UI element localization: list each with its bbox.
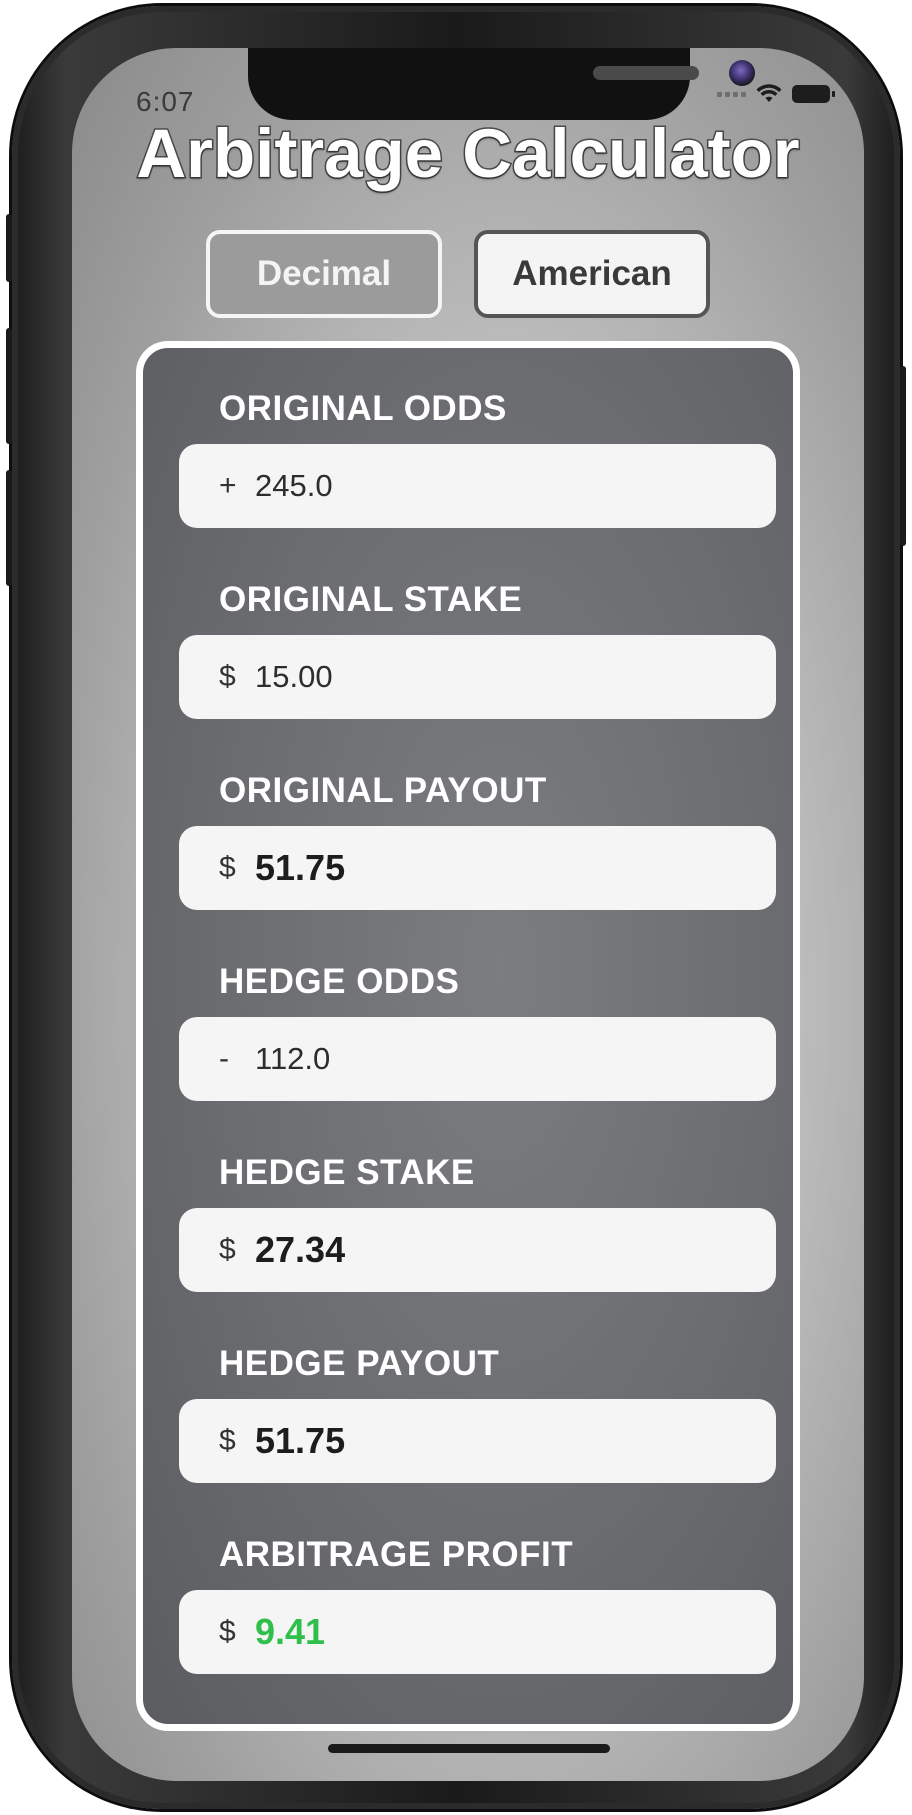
arbitrage-profit-value: 9.41 xyxy=(255,1611,326,1652)
original-odds-label: ORIGINAL ODDS xyxy=(219,389,507,428)
status-icons xyxy=(717,84,835,104)
decimal-mode-button[interactable]: Decimal xyxy=(206,230,442,318)
hedge-stake-value: 27.34 xyxy=(255,1229,346,1270)
dollar-sign: $ xyxy=(219,1424,236,1457)
original-payout-value: 51.75 xyxy=(255,847,346,888)
calculator-card: ORIGINAL ODDS + 245.0 ORIGINAL STAKE $ 1… xyxy=(136,341,800,1731)
camera-icon xyxy=(729,60,755,86)
original-stake-input[interactable]: $ 15.00 xyxy=(179,635,776,719)
original-odds-field: ORIGINAL ODDS + 245.0 xyxy=(179,388,776,528)
american-mode-button[interactable]: American xyxy=(474,230,710,318)
original-stake-value[interactable]: 15.00 xyxy=(255,659,333,695)
original-odds-value[interactable]: 245.0 xyxy=(255,468,333,504)
app-screen: 6:07 Arbitrage Calculator Decimal Americ… xyxy=(72,48,864,1781)
original-stake-field: ORIGINAL STAKE $ 15.00 xyxy=(179,579,776,719)
hedge-odds-value[interactable]: 112.0 xyxy=(255,1041,330,1077)
volume-up-button xyxy=(6,328,12,444)
cellular-signal-icon xyxy=(717,91,746,97)
arbitrage-profit-output: $ 9.41 xyxy=(179,1590,776,1674)
original-payout-label: ORIGINAL PAYOUT xyxy=(219,771,547,810)
dollar-sign: $ xyxy=(219,1615,236,1648)
dollar-sign: $ xyxy=(219,660,236,693)
hedge-payout-label: HEDGE PAYOUT xyxy=(219,1344,500,1383)
speaker-grille xyxy=(593,66,699,80)
odds-format-toggle: Decimal American xyxy=(206,230,710,318)
arbitrage-profit-field: ARBITRAGE PROFIT $ 9.41 xyxy=(179,1534,776,1674)
hedge-payout-value: 51.75 xyxy=(255,1420,346,1461)
hedge-stake-label: HEDGE STAKE xyxy=(219,1153,475,1192)
battery-icon xyxy=(792,85,835,103)
hedge-odds-input[interactable]: - 112.0 xyxy=(179,1017,776,1101)
volume-down-button xyxy=(6,470,12,586)
hedge-odds-field: HEDGE ODDS - 112.0 xyxy=(179,961,776,1101)
original-payout-field: ORIGINAL PAYOUT $ 51.75 xyxy=(179,770,776,910)
home-indicator[interactable] xyxy=(328,1744,610,1753)
dollar-sign: $ xyxy=(219,851,236,884)
plus-sign: + xyxy=(219,469,237,502)
original-stake-label: ORIGINAL STAKE xyxy=(219,580,523,619)
hedge-stake-field: HEDGE STAKE $ 27.34 xyxy=(179,1152,776,1292)
hedge-payout-field: HEDGE PAYOUT $ 51.75 xyxy=(179,1343,776,1483)
original-odds-input[interactable]: + 245.0 xyxy=(179,444,776,528)
hedge-stake-output: $ 27.34 xyxy=(179,1208,776,1292)
hedge-odds-label: HEDGE ODDS xyxy=(219,962,460,1001)
minus-sign: - xyxy=(219,1042,229,1075)
original-payout-output: $ 51.75 xyxy=(179,826,776,910)
wifi-icon xyxy=(756,84,782,102)
dollar-sign: $ xyxy=(219,1233,236,1266)
device-frame: 6:07 Arbitrage Calculator Decimal Americ… xyxy=(6,6,906,1809)
power-button xyxy=(900,366,906,546)
hedge-payout-output: $ 51.75 xyxy=(179,1399,776,1483)
page-title: Arbitrage Calculator xyxy=(135,114,801,194)
mute-switch xyxy=(6,214,12,282)
arbitrage-profit-label: ARBITRAGE PROFIT xyxy=(219,1535,574,1574)
device-notch xyxy=(248,48,755,120)
